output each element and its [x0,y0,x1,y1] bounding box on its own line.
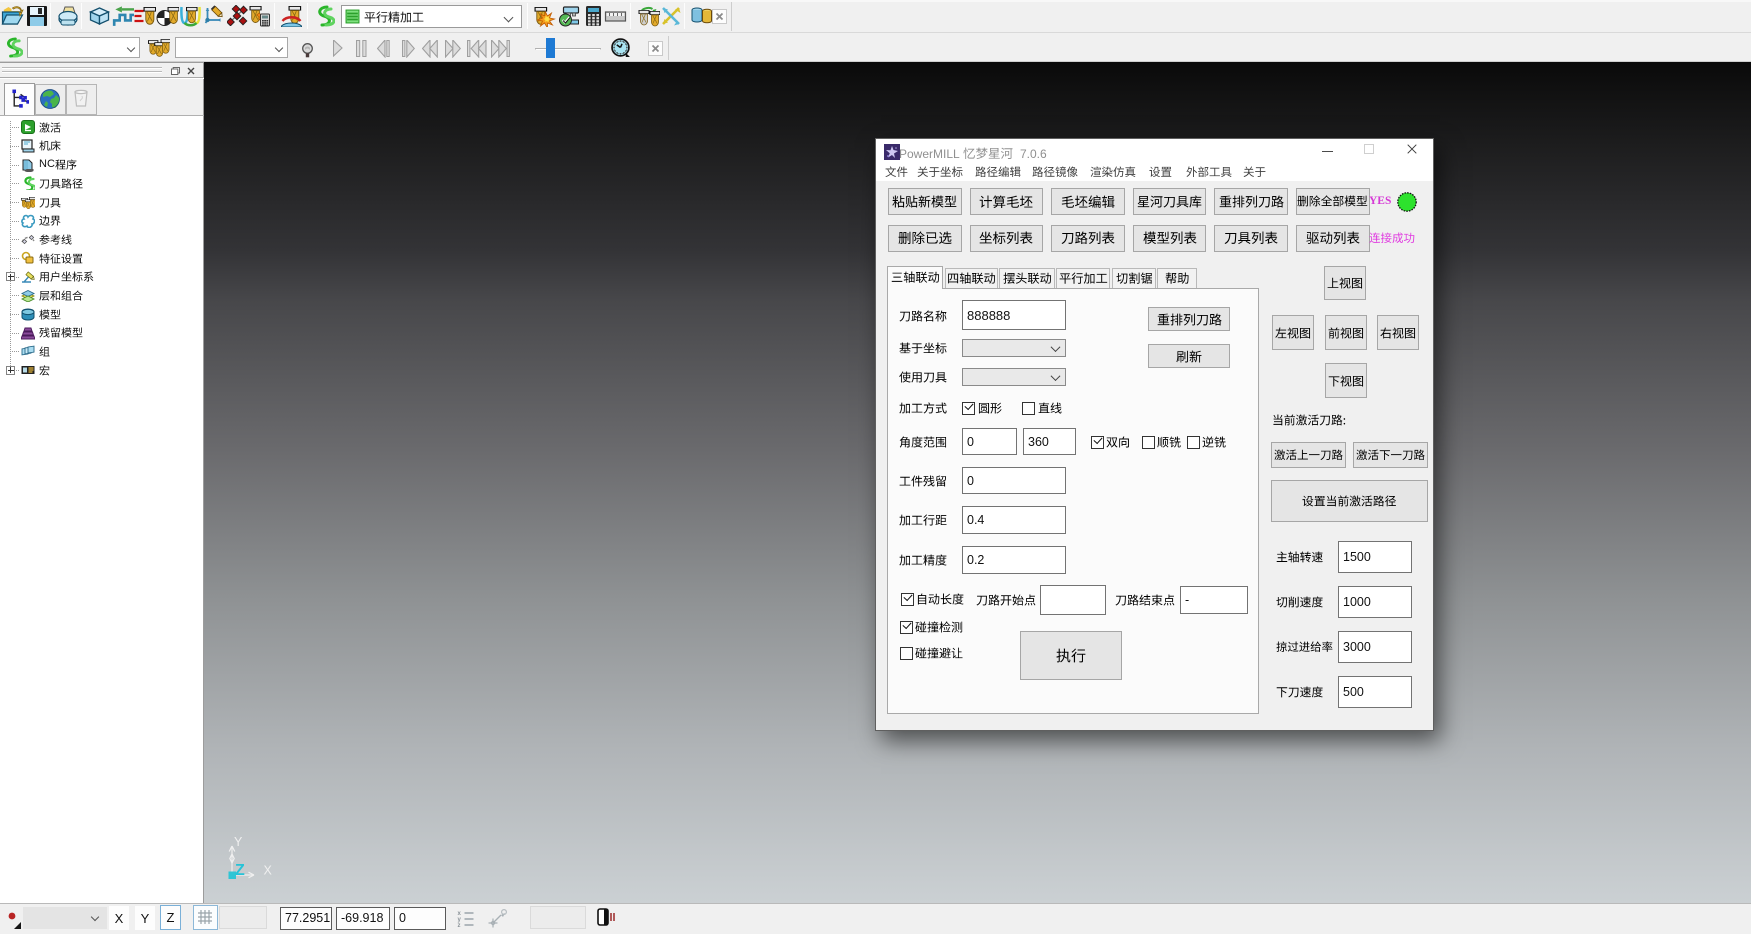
svg-text:X: X [264,864,273,878]
svg-text:Z: Z [235,862,245,879]
svg-text:z: z [458,923,461,929]
svg-text:Y: Y [234,835,243,849]
